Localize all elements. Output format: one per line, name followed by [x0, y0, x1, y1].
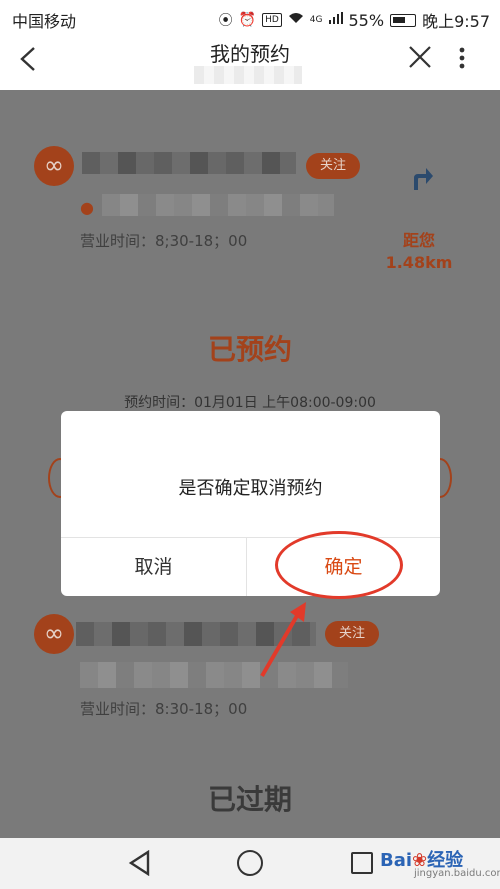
- store-address-redacted: [102, 194, 334, 216]
- alarm-icon: ⏰: [238, 12, 257, 28]
- more-button[interactable]: [458, 42, 466, 79]
- distance-label: 距您 1.48km: [380, 230, 458, 274]
- status-expired: 已过期: [207, 783, 292, 816]
- location-pin-icon: ●: [80, 198, 94, 217]
- clock: 晚上9:57: [422, 12, 490, 31]
- business-hours: 营业时间：8;30-18；00: [80, 232, 248, 250]
- follow-button[interactable]: 关注: [325, 621, 380, 647]
- status-bar: 中国移动 ⦿ ⏰ HD 4G 55% 晚上9:57: [0, 0, 500, 36]
- store-name-redacted: [82, 152, 296, 174]
- dialog-cancel-button[interactable]: 取消: [61, 538, 246, 596]
- carrier-label: 中国移动: [12, 12, 77, 31]
- appointment-time: 预约时间：01月01日 上午08:00-09:00: [124, 395, 376, 411]
- location-icon: ⦿: [218, 13, 233, 29]
- nav-home-button[interactable]: [237, 850, 263, 876]
- highlight-ring: [275, 531, 403, 599]
- page-url-redacted: [194, 66, 302, 84]
- top-nav-bar: 我的预约: [0, 36, 500, 90]
- battery-icon: [390, 13, 417, 27]
- business-hours: 营业时间：8:30-18；00: [80, 700, 248, 718]
- store-logo-icon: [34, 146, 74, 186]
- more-vertical-icon: [459, 47, 465, 69]
- wifi-icon: [288, 12, 304, 28]
- system-nav-bar: Bai❀经验 jingyan.baidu.com: [0, 838, 500, 889]
- hd-badge: HD: [262, 13, 282, 27]
- status-booked: 已预约: [207, 333, 292, 366]
- network-type: 4G: [309, 15, 323, 25]
- navigate-icon[interactable]: [408, 164, 434, 199]
- close-icon: [409, 46, 431, 68]
- status-icons: ⦿ ⏰ HD 4G 55% 晚上9:57: [219, 8, 490, 32]
- follow-button[interactable]: 关注: [306, 153, 361, 179]
- nav-back-button[interactable]: [128, 849, 152, 880]
- store-logo-icon: [34, 614, 74, 654]
- battery-percent: 55%: [348, 10, 385, 30]
- dialog-message: 是否确定取消预约: [178, 478, 323, 499]
- close-button[interactable]: [408, 42, 432, 80]
- watermark-text: Bai: [380, 850, 413, 871]
- triangle-back-icon: [128, 849, 150, 877]
- nav-recents-button[interactable]: [351, 852, 373, 874]
- annotation-arrow-icon: [260, 602, 306, 678]
- watermark-url: jingyan.baidu.com: [414, 868, 500, 879]
- distance-value: 1.48km: [385, 253, 453, 272]
- signal-icon: [328, 12, 343, 28]
- distance-caption: 距您: [402, 231, 435, 250]
